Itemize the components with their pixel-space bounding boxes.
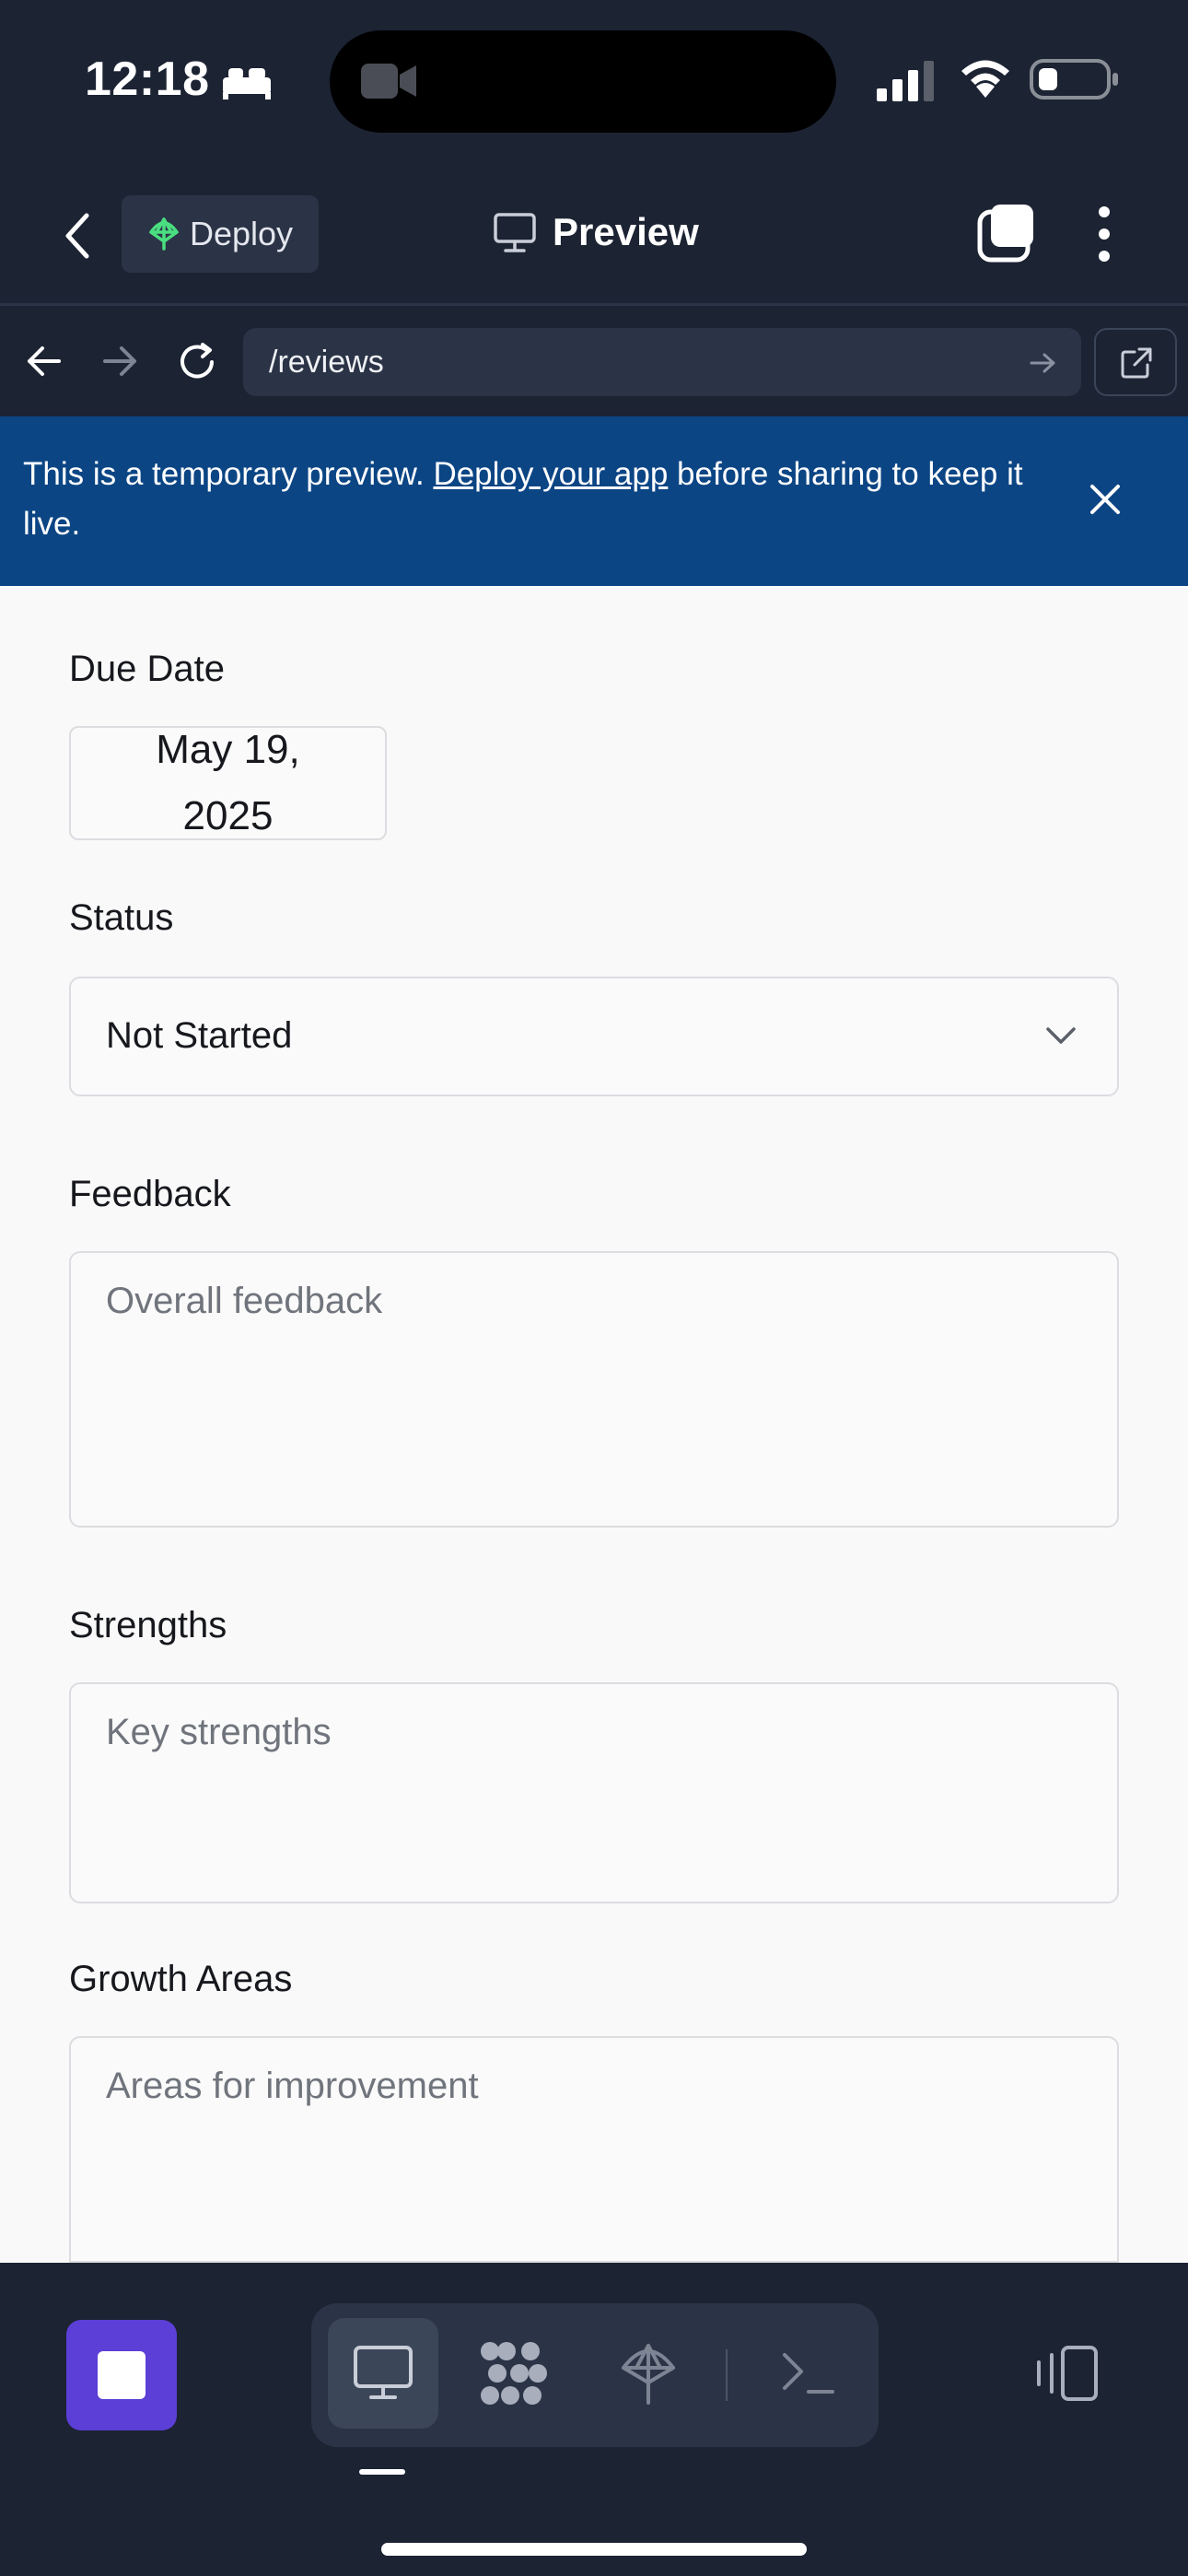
external-link-icon xyxy=(1121,347,1152,379)
bottom-toolbar xyxy=(0,2263,1188,2576)
strengths-textarea[interactable]: Key strengths xyxy=(69,1682,1119,1903)
url-bar: /reviews xyxy=(0,308,1188,416)
battery-icon xyxy=(1030,59,1118,100)
back-chevron-icon[interactable] xyxy=(61,210,98,262)
deploy-app-link[interactable]: Deploy your app xyxy=(433,456,668,492)
deployments-tool-button[interactable] xyxy=(593,2318,704,2429)
sleep-focus-icon xyxy=(223,68,271,100)
status-bar: 12:18 xyxy=(0,0,1188,166)
camera-icon xyxy=(361,64,416,99)
active-tab-indicator xyxy=(359,2469,405,2475)
due-date-input[interactable]: May 19, 2025 xyxy=(69,726,387,840)
layout-icon[interactable] xyxy=(1031,2344,1100,2403)
monitor-icon xyxy=(494,213,536,252)
banner-text-before: This is a temporary preview. xyxy=(23,456,434,492)
feedback-placeholder: Overall feedback xyxy=(106,1281,383,1321)
desktop-tool-button[interactable] xyxy=(328,2318,438,2429)
due-date-value: May 19, 2025 xyxy=(156,727,300,838)
close-icon[interactable] xyxy=(1089,483,1122,516)
status-select[interactable]: Not Started xyxy=(69,977,1119,1096)
apps-tool-button[interactable] xyxy=(459,2318,569,2429)
arrow-left-icon[interactable] xyxy=(26,345,63,378)
apps-icon xyxy=(481,2342,547,2405)
preview-banner: This is a temporary preview. Deploy your… xyxy=(0,416,1188,586)
desktop-icon xyxy=(354,2346,413,2399)
dynamic-island xyxy=(330,30,836,133)
tabs-icon[interactable] xyxy=(976,203,1037,263)
home-indicator xyxy=(381,2543,807,2556)
growth-areas-label: Growth Areas xyxy=(69,1959,293,1999)
strengths-placeholder: Key strengths xyxy=(106,1712,332,1752)
arrow-right-icon[interactable] xyxy=(101,345,138,378)
growth-areas-textarea[interactable]: Areas for improvement xyxy=(69,2036,1119,2263)
signal-icon xyxy=(877,61,934,101)
banner-message: This is a temporary preview. Deploy your… xyxy=(23,450,1054,549)
tool-group xyxy=(311,2303,879,2447)
deploy-icon xyxy=(149,217,179,251)
more-vertical-icon[interactable] xyxy=(1092,205,1116,263)
url-input[interactable]: /reviews xyxy=(243,328,1081,396)
terminal-icon xyxy=(783,2353,834,2394)
wifi-icon xyxy=(961,60,1009,98)
deploy-icon xyxy=(622,2344,675,2405)
app-header: Deploy Preview xyxy=(0,166,1188,306)
review-form: Due Date May 19, 2025 Status Not Started… xyxy=(0,586,1188,2263)
stop-button[interactable] xyxy=(66,2320,177,2430)
deploy-button[interactable]: Deploy xyxy=(122,195,319,273)
shell-tool-button[interactable] xyxy=(753,2318,864,2429)
feedback-label: Feedback xyxy=(69,1174,231,1214)
strengths-label: Strengths xyxy=(69,1605,227,1645)
open-external-button[interactable] xyxy=(1094,328,1177,396)
deploy-label: Deploy xyxy=(190,215,294,252)
reload-icon[interactable] xyxy=(177,341,219,383)
status-label: Status xyxy=(69,897,174,938)
growth-areas-placeholder: Areas for improvement xyxy=(106,2066,479,2106)
due-date-label: Due Date xyxy=(69,649,225,689)
chevron-down-icon xyxy=(1046,1027,1076,1044)
arrow-right-small-icon[interactable] xyxy=(1030,352,1057,374)
status-value: Not Started xyxy=(106,1015,293,1056)
status-time: 12:18 xyxy=(85,53,210,106)
page-title: Preview xyxy=(553,210,699,253)
url-path: /reviews xyxy=(269,344,384,380)
feedback-textarea[interactable]: Overall feedback xyxy=(69,1251,1119,1528)
toolbar-divider xyxy=(726,2349,728,2401)
